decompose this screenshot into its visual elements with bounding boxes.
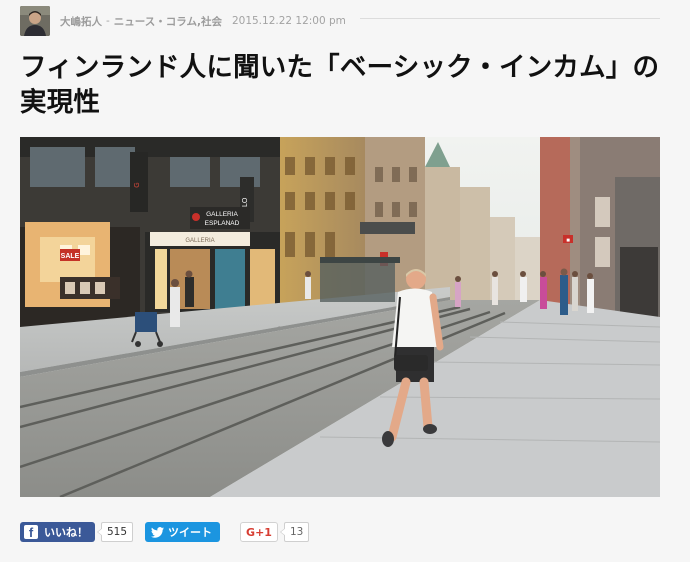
- twitter-tweet-label: ツイート: [168, 526, 213, 539]
- sign-sale: SALE: [61, 253, 80, 260]
- galleria-sign-line2: ESPLANAD: [205, 220, 240, 227]
- article-page: 大嶋拓人 - ニュース・コラム,社会 2015.12.22 12:00 pm フ…: [0, 0, 690, 562]
- article-title: フィンランド人に聞いた「ベーシック・インカム」の実現性: [20, 52, 660, 118]
- vertical-sign-left: G: [134, 182, 141, 187]
- byline-divider: [359, 17, 660, 19]
- twitter-bird-icon: [151, 526, 165, 538]
- publish-date: 2015.12.22 12:00 pm: [231, 15, 346, 27]
- facebook-like-count: 515: [96, 522, 134, 542]
- street-scene-illustration: ■ G GLO SALE GALLERIA GALLERIA ESPLANAD: [20, 137, 660, 497]
- article-categories[interactable]: ニュース・コラム,社会: [114, 14, 222, 29]
- twitter-tweet-button[interactable]: ツイート: [145, 522, 221, 542]
- article-byline: 大嶋拓人 - ニュース・コラム,社会 2015.12.22 12:00 pm: [20, 6, 660, 36]
- facebook-icon: f: [24, 525, 38, 539]
- sign-red-right: ■: [566, 238, 570, 244]
- googleplus-count: 13: [279, 522, 310, 542]
- galleria-sign-line1: GALLERIA: [206, 211, 238, 218]
- facebook-like-button[interactable]: f いいね！: [20, 522, 95, 542]
- byline-meta: 大嶋拓人 - ニュース・コラム,社会 2015.12.22 12:00 pm: [60, 14, 346, 29]
- hero-image: ■ G GLO SALE GALLERIA GALLERIA ESPLANAD: [20, 137, 660, 497]
- byline-separator: -: [106, 15, 110, 27]
- author-avatar-image: [20, 6, 50, 36]
- author-avatar[interactable]: [20, 6, 50, 36]
- googleplus-label: G+1: [246, 525, 272, 539]
- googleplus-button[interactable]: G+1: [240, 522, 278, 542]
- facebook-like-label: いいね！: [44, 526, 88, 539]
- share-bar: f いいね！ 515 ツイート G+1 13: [20, 521, 310, 543]
- galleria-awning-text: GALLERIA: [185, 238, 214, 244]
- author-name[interactable]: 大嶋拓人: [60, 14, 102, 29]
